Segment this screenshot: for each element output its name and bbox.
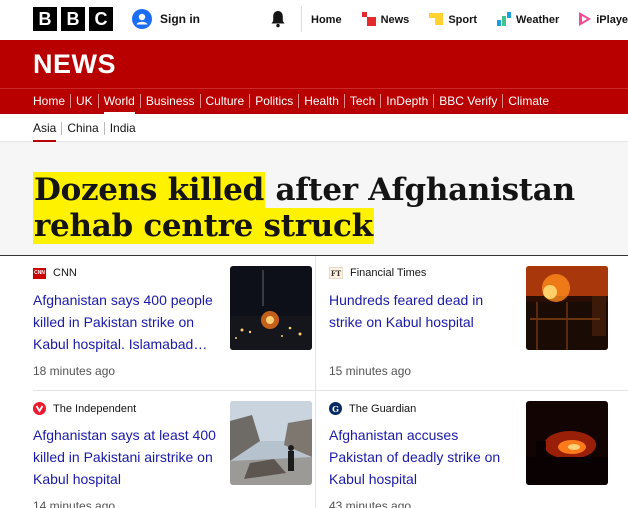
story-title-text: Afghanistan says 400 people killed in Pa… [33, 292, 213, 352]
highlighted-text: rehab centre struck [33, 208, 374, 244]
news-banner: NEWS [0, 40, 628, 88]
bbc-logo[interactable]: B B C [33, 7, 113, 31]
top-bar: B B C Sign in Home News Sport Weather iP… [0, 0, 628, 40]
section-bbc-verify[interactable]: BBC Verify [433, 94, 502, 108]
section-business[interactable]: Business [139, 94, 200, 108]
headline-text: after Afghanistan [264, 172, 575, 208]
fire-building-image[interactable] [526, 266, 608, 350]
story-title[interactable]: Afghanistan accuses Pakistan of deadly s… [329, 424, 515, 490]
story-title-text: Hundreds feared dead in strike on Kabul … [329, 292, 484, 330]
top-nav-label: Sport [448, 14, 478, 26]
top-nav-label: News [380, 14, 410, 26]
independent-logo [33, 402, 46, 415]
top-nav-label: Home [311, 14, 342, 26]
subsection-india[interactable]: India [103, 122, 141, 135]
sign-in-label: Sign in [160, 12, 200, 26]
sign-in-button[interactable]: Sign in [132, 9, 200, 29]
section-health[interactable]: Health [298, 94, 344, 108]
section-uk[interactable]: UK [70, 94, 98, 108]
cnn-logo: CNN [33, 267, 46, 279]
top-nav-weather[interactable]: Weather [497, 11, 560, 29]
source-name: The Independent [53, 402, 137, 415]
divider [315, 256, 316, 508]
bbc-logo-letter: C [89, 7, 113, 31]
bbc-logo-letter: B [33, 7, 57, 31]
page-title: Dozens killed after Afghanistan rehab cen… [33, 172, 593, 244]
headline-area: Dozens killed after Afghanistan rehab cen… [0, 142, 628, 256]
source-name: CNN [53, 267, 77, 279]
timestamp: 14 minutes ago [33, 499, 116, 508]
section-culture[interactable]: Culture [199, 94, 250, 108]
top-nav: Home News Sport Weather iPlayer [311, 0, 628, 40]
section-tech[interactable]: Tech [343, 94, 380, 108]
section-climate[interactable]: Climate [502, 94, 554, 108]
top-nav-label: iPlayer [596, 14, 628, 26]
section-indepth[interactable]: InDepth [380, 94, 433, 108]
section-world[interactable]: World [97, 94, 140, 114]
source: The Independent [33, 402, 136, 415]
top-nav-news[interactable]: News [361, 11, 410, 29]
section-nav: Home UK World Business Culture Politics … [0, 88, 628, 114]
story-card[interactable]: G The Guardian Afghanistan accuses Pakis… [329, 391, 611, 508]
guardian-logo: G [329, 402, 342, 415]
news-logo[interactable]: NEWS [33, 49, 116, 80]
ruins-street-image[interactable] [230, 401, 312, 485]
section-home[interactable]: Home [33, 94, 70, 108]
ft-logo: FT [329, 267, 343, 279]
bbc-logo-letter: B [61, 7, 85, 31]
sport-icon [429, 12, 444, 29]
news-icon [361, 11, 376, 29]
subsection-asia[interactable]: Asia [33, 122, 61, 142]
story-card[interactable]: CNN CNN Afghanistan says 400 people kill… [33, 256, 315, 382]
subsection-china[interactable]: China [61, 122, 103, 135]
timestamp: 15 minutes ago [329, 364, 412, 378]
story-card[interactable]: FT Financial Times Hundreds feared dead … [329, 256, 611, 382]
source: FT Financial Times [329, 267, 426, 279]
timestamp: 18 minutes ago [33, 364, 116, 378]
story-title-text: Afghanistan accuses Pakistan of deadly s… [329, 427, 501, 487]
source: CNN CNN [33, 267, 77, 279]
night-fire-image[interactable] [526, 401, 608, 485]
divider [301, 6, 302, 32]
story-card[interactable]: The Independent Afghanistan says at leas… [33, 391, 315, 508]
story-title[interactable]: Afghanistan says 400 people killed in Pa… [33, 289, 219, 355]
night-explosion-image[interactable] [230, 266, 312, 350]
source-name: The Guardian [349, 402, 417, 415]
source-name: Financial Times [350, 267, 427, 279]
top-nav-sport[interactable]: Sport [429, 12, 477, 29]
top-nav-iplayer[interactable]: iPlayer [579, 11, 628, 29]
top-nav-label: Weather [516, 14, 560, 26]
source: G The Guardian [329, 402, 416, 415]
user-icon [132, 9, 152, 29]
story-title-text: Afghanistan says at least 400 killed in … [33, 427, 216, 487]
top-nav-home[interactable]: Home [311, 14, 342, 26]
highlighted-text: Dozens killed [33, 172, 265, 208]
weather-icon [497, 11, 512, 29]
story-title[interactable]: Hundreds feared dead in strike on Kabul … [329, 289, 515, 333]
story-title[interactable]: Afghanistan says at least 400 killed in … [33, 424, 219, 490]
iplayer-icon [579, 11, 592, 29]
subsection-nav: Asia China India [0, 114, 628, 142]
bell-icon[interactable] [270, 10, 286, 33]
related-coverage: CNN CNN Afghanistan says 400 people kill… [0, 256, 628, 508]
timestamp: 43 minutes ago [329, 499, 412, 508]
section-politics[interactable]: Politics [249, 94, 298, 108]
